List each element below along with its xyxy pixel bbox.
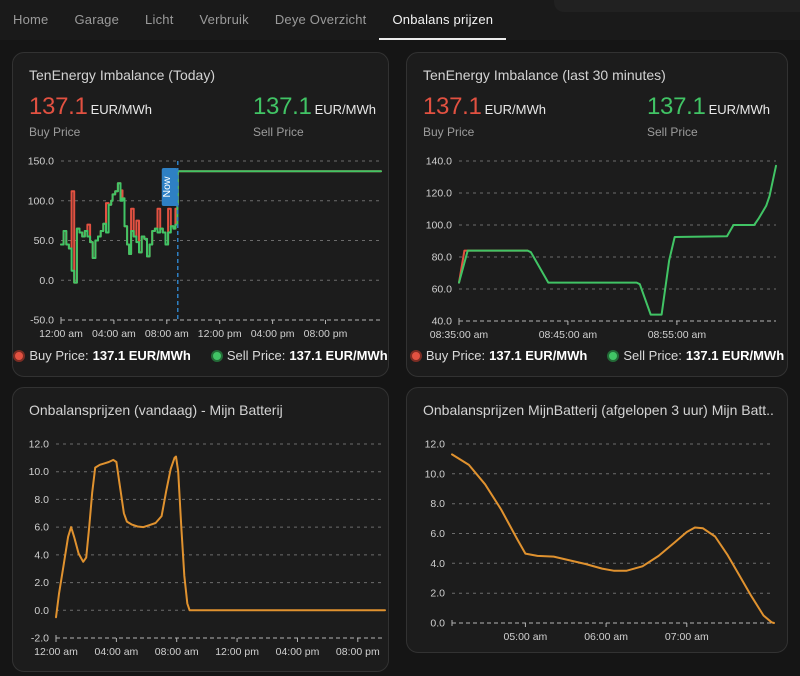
card-title: Onbalansprijzen MijnBatterij (afgelopen … [423,402,773,418]
buy-price-block: 137.1 EUR/MWh Buy Price [423,93,546,139]
top-right-panel-edge [554,0,800,12]
svg-text:60.0: 60.0 [432,284,453,296]
svg-text:08:35:00 am: 08:35:00 am [430,329,489,341]
buy-price-label: Buy Price [423,125,475,139]
buy-price-value: 137.1 [29,93,88,120]
card-title: TenEnergy Imbalance (last 30 minutes) [423,67,666,83]
svg-text:40.0: 40.0 [432,316,453,328]
legend-sell-value: 137.1 EUR/MWh [289,348,388,363]
svg-text:-2.0: -2.0 [31,633,49,645]
card-onbalansprijzen-3uur: Onbalansprijzen MijnBatterij (afgelopen … [406,387,788,653]
svg-text:12.0: 12.0 [425,439,446,451]
svg-text:04:00 am: 04:00 am [95,646,139,658]
svg-text:-50.0: -50.0 [30,315,54,327]
svg-text:08:00 am: 08:00 am [155,646,199,658]
buy-series-dot [409,349,422,362]
home-assistant-dashboard: { "header": { "tabs": [ { "label": "Home… [0,0,800,676]
svg-text:12:00 am: 12:00 am [34,646,78,658]
chart-onbalansprijzen-vandaag: 12.0 10.0 8.0 6.0 4.0 2.0 0.0 -2.012:00 am 04:00… [29,439,386,658]
svg-text:6.0: 6.0 [34,522,49,534]
card-onbalansprijzen-vandaag: Onbalansprijzen (vandaag) - Mijn Batteri… [12,387,389,672]
svg-text:04:00 am: 04:00 am [92,328,136,340]
chart-legend: Buy Price: 137.1 EUR/MWh Sell Price: 137… [407,348,787,363]
legend-buy-value: 137.1 EUR/MWh [92,348,191,363]
svg-text:100.0: 100.0 [28,195,54,207]
svg-text:12:00 am: 12:00 am [39,328,83,340]
svg-text:100.0: 100.0 [426,220,452,232]
svg-text:Now: Now [161,176,173,197]
svg-text:6.0: 6.0 [430,528,445,540]
tab-verbruik[interactable]: Verbruik [187,0,262,40]
svg-text:50.0: 50.0 [34,235,55,247]
svg-text:8.0: 8.0 [430,498,445,510]
sell-series-dot [210,349,223,362]
svg-text:04:00 pm: 04:00 pm [251,328,295,340]
tab-onbalans-prijzen[interactable]: Onbalans prijzen [379,0,507,40]
sell-price-label: Sell Price [647,125,698,139]
svg-text:12:00 pm: 12:00 pm [215,646,259,658]
svg-text:10.0: 10.0 [29,466,50,478]
svg-text:2.0: 2.0 [430,588,445,600]
legend-buy-value: 137.1 EUR/MWh [489,348,588,363]
chart-tenenergy-today: 150.0 100.0 50.0 0.0 -50.012:00 am 04:00 am 08… [28,156,382,340]
svg-text:4.0: 4.0 [34,549,49,561]
svg-text:12:00 pm: 12:00 pm [198,328,242,340]
svg-text:08:45:00 am: 08:45:00 am [539,329,598,341]
tab-licht[interactable]: Licht [132,0,186,40]
sell-price-value: 137.1 [647,93,706,120]
tab-home[interactable]: Home [0,0,61,40]
svg-text:08:00 pm: 08:00 pm [336,646,380,658]
buy-series-dot [13,349,26,362]
chart-legend: Buy Price: 137.1 EUR/MWh Sell Price: 137… [13,348,388,363]
svg-text:10.0: 10.0 [425,468,446,480]
svg-text:08:00 am: 08:00 am [145,328,189,340]
svg-text:4.0: 4.0 [430,558,445,570]
card-title: Onbalansprijzen (vandaag) - Mijn Batteri… [29,402,283,418]
sell-price-unit: EUR/MWh [708,102,770,117]
svg-text:05:00 am: 05:00 am [504,631,548,643]
sell-price-label: Sell Price [253,125,304,139]
legend-item-sell[interactable]: Sell Price: 137.1 EUR/MWh [210,348,388,363]
svg-text:140.0: 140.0 [426,156,452,168]
svg-text:150.0: 150.0 [28,156,54,168]
svg-text:80.0: 80.0 [432,252,453,264]
svg-text:0.0: 0.0 [39,275,54,287]
svg-text:12.0: 12.0 [29,439,50,451]
legend-sell-label: Sell Price: [623,348,682,363]
buy-price-unit: EUR/MWh [484,102,546,117]
sell-price-block: 137.1 EUR/MWh Sell Price [253,93,376,139]
legend-item-buy[interactable]: Buy Price: 137.1 EUR/MWh [409,348,588,363]
svg-text:08:00 pm: 08:00 pm [304,328,348,340]
legend-buy-label: Buy Price: [29,348,89,363]
legend-sell-label: Sell Price: [226,348,286,363]
sell-price-block: 137.1 EUR/MWh Sell Price [647,93,770,139]
legend-item-sell[interactable]: Sell Price: 137.1 EUR/MWh [607,348,784,363]
svg-text:0.0: 0.0 [430,618,445,630]
sell-series-dot [607,349,620,362]
legend-item-buy[interactable]: Buy Price: 137.1 EUR/MWh [13,348,191,363]
svg-text:8.0: 8.0 [34,494,49,506]
svg-text:04:00 pm: 04:00 pm [276,646,320,658]
tab-deye-overzicht[interactable]: Deye Overzicht [262,0,380,40]
svg-text:2.0: 2.0 [34,577,49,589]
svg-text:08:55:00 am: 08:55:00 am [648,329,707,341]
legend-sell-value: 137.1 EUR/MWh [685,348,785,363]
card-tenenergy-30min: TenEnergy Imbalance (last 30 minutes) 13… [406,52,788,377]
chart-onbalansprijzen-3uur: 12.0 10.0 8.0 6.0 4.0 2.0 0.0 05:00 am 06:00 am 0… [425,439,775,643]
sell-price-value: 137.1 [253,93,312,120]
buy-price-value: 137.1 [423,93,482,120]
chart-tenenergy-30min: 140.0 120.0 100.0 80.0 60.0 40.008:35:00 am 08… [426,156,777,341]
sell-price-unit: EUR/MWh [314,102,376,117]
card-tenenergy-today: TenEnergy Imbalance (Today) 137.1 EUR/MWh… [12,52,389,377]
legend-buy-label: Buy Price: [425,348,486,363]
buy-price-block: 137.1 EUR/MWh Buy Price [29,93,152,139]
buy-price-label: Buy Price [29,125,81,139]
svg-text:06:00 am: 06:00 am [584,631,628,643]
card-title: TenEnergy Imbalance (Today) [29,67,215,83]
svg-text:07:00 am: 07:00 am [665,631,709,643]
tab-garage[interactable]: Garage [61,0,132,40]
buy-price-unit: EUR/MWh [90,102,152,117]
svg-text:120.0: 120.0 [426,188,452,200]
svg-text:0.0: 0.0 [34,605,49,617]
